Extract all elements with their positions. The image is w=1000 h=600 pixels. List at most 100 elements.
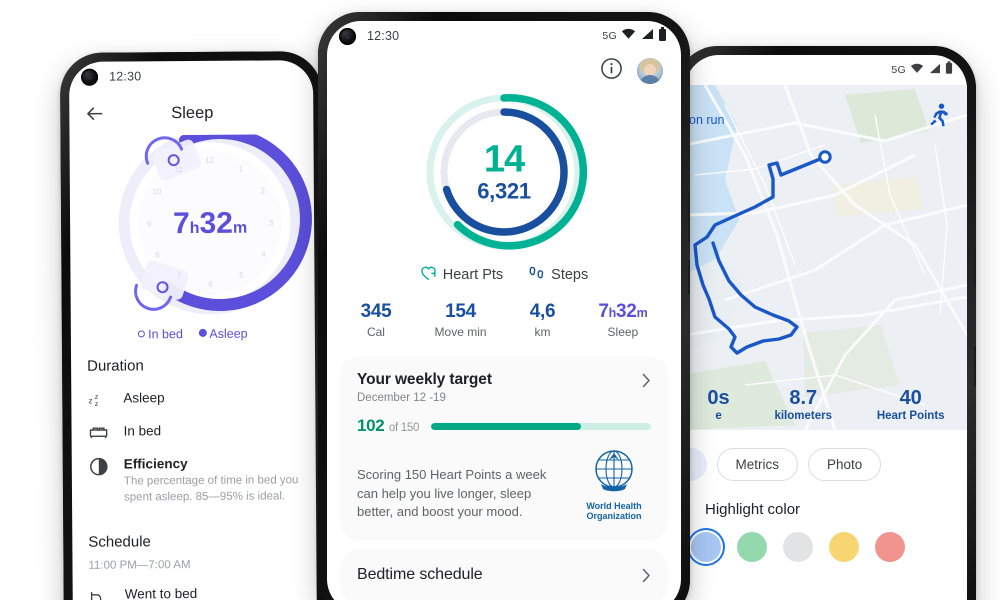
progress-value: 102 of 150 <box>357 416 420 435</box>
svg-text:6: 6 <box>208 280 213 289</box>
status-time: 12:30 <box>109 69 142 84</box>
swatch-yellow[interactable] <box>829 532 859 562</box>
status-bar-left: 12:30 <box>69 60 313 92</box>
stat-heart-points: 40 Heart Points <box>877 387 945 422</box>
phone-left-screen: 12:30 Sleep 12 1 2 3 4 5 6 7 8 9 10 11 7… <box>68 60 318 600</box>
svg-text:z: z <box>95 399 99 408</box>
phone-center-screen: 12:30 5G 14 6,321 Heart Pts Steps 345 Ca… <box>327 21 681 600</box>
chevron-right-icon[interactable] <box>642 371 651 391</box>
status-bar-right: 5G <box>685 55 967 85</box>
list-item-asleep[interactable]: zzz Asleep <box>71 381 315 416</box>
legend-heart-pts[interactable]: Heart Pts <box>420 265 503 285</box>
who-logo-block: World Health Organization <box>577 448 651 522</box>
section-heading-schedule: Schedule <box>88 533 151 551</box>
arrow-left-icon[interactable] <box>83 103 105 125</box>
activity-rings: 14 6,321 <box>327 87 681 257</box>
stat-move-min[interactable]: 154 Move min <box>435 301 487 339</box>
svg-text:9: 9 <box>147 219 152 228</box>
steps-value: 6,321 <box>477 178 531 204</box>
chip-metrics[interactable]: Metrics <box>716 448 799 481</box>
svg-text:10: 10 <box>152 187 162 196</box>
ring-center-values: 14 6,321 <box>419 140 589 203</box>
stat-value: 345 <box>360 301 392 322</box>
progress-row: 102 of 150 <box>357 416 651 436</box>
section-heading-duration: Duration <box>87 357 144 375</box>
svg-text:4: 4 <box>261 249 266 258</box>
network-label: 5G <box>891 64 906 76</box>
stat-sleep[interactable]: 7h32m Sleep <box>598 301 647 339</box>
phone-right-screen: 5G on run 0s e 8.7 kilometers 40 Heart P… <box>685 55 967 600</box>
stat-value: 4,6 <box>529 301 556 322</box>
steps-icon <box>527 265 545 285</box>
highlight-color-title: Highlight color <box>705 501 801 518</box>
schedule-time-range: 11:00 PM—7:00 AM <box>88 558 191 572</box>
signal-icon <box>640 27 654 45</box>
card-title: Bedtime schedule <box>357 565 483 583</box>
running-person-icon <box>927 103 949 132</box>
page-title: Sleep <box>171 103 214 122</box>
stat-label: Move min <box>434 325 487 339</box>
legend-label: Steps <box>551 267 589 283</box>
list-item-went-to-bed[interactable]: Went to bed <box>73 577 317 600</box>
stat-label: e <box>715 410 722 422</box>
phone-center-home: 12:30 5G 14 6,321 Heart Pts Steps 345 Ca… <box>318 12 690 600</box>
swatch-red[interactable] <box>875 532 905 562</box>
svg-text:3: 3 <box>269 218 274 227</box>
route-end-marker <box>818 150 832 164</box>
svg-text:7: 7 <box>177 271 182 280</box>
weekly-target-card[interactable]: Your weekly target December 12 -19 102 o… <box>341 357 667 538</box>
swatch-green[interactable] <box>737 532 767 562</box>
chevron-right-icon[interactable] <box>642 566 651 586</box>
phone-left-sleep: 12:30 Sleep 12 1 2 3 4 5 6 7 8 9 10 11 7… <box>59 51 327 600</box>
card-title: Your weekly target <box>357 371 492 388</box>
list-item-efficiency[interactable]: Efficiency The percentage of time in bed… <box>72 447 316 514</box>
stat-label: Heart Points <box>876 410 945 422</box>
legend-steps[interactable]: Steps <box>527 265 588 285</box>
front-camera-icon <box>339 27 356 45</box>
list-item-label: Efficiency <box>123 456 188 472</box>
stat-duration: 0s e <box>707 387 729 422</box>
list-item-sub: The percentage of time in bed you spent … <box>123 474 299 504</box>
swatch-grey[interactable] <box>783 532 813 562</box>
svg-text:2: 2 <box>261 186 266 195</box>
bed-side-icon <box>89 586 111 600</box>
svg-text:1: 1 <box>238 165 243 174</box>
stat-value: 7h32m <box>598 301 648 322</box>
wifi-icon <box>621 27 636 45</box>
info-icon[interactable] <box>600 57 623 85</box>
half-circle-icon <box>88 456 110 477</box>
swatch-blue[interactable] <box>691 532 721 562</box>
list-item-label: In bed <box>123 423 162 439</box>
app-bar-sleep: Sleep <box>69 90 313 136</box>
stat-label: Sleep <box>607 325 639 339</box>
stat-label: Cal <box>366 325 385 339</box>
sleep-clock: 12 1 2 345 678 9 10 11 7h32m <box>69 134 314 332</box>
bottom-sheet: p Metrics Photo Highlight color <box>685 430 967 562</box>
chip-photo[interactable]: Photo <box>808 448 882 481</box>
list-item-label: Went to bed <box>124 585 198 600</box>
circle-outline-icon <box>138 330 146 338</box>
progress-bar <box>431 422 651 430</box>
stat-km[interactable]: 4,6 km <box>530 301 556 339</box>
status-time: 12:30 <box>367 29 400 43</box>
stats-row: 345 Cal 154 Move min 4,6 km 7h32m Sleep <box>327 285 681 347</box>
bedtime-schedule-card[interactable]: Bedtime schedule <box>341 549 667 600</box>
svg-text:11: 11 <box>175 165 184 174</box>
map-activity-label: on run <box>689 113 725 127</box>
stat-cal[interactable]: 345 Cal <box>361 301 392 339</box>
avatar[interactable] <box>637 58 663 84</box>
screenshot-stage: 12:30 Sleep 12 1 2 3 4 5 6 7 8 9 10 11 7… <box>0 0 1000 600</box>
list-item-in-bed[interactable]: In bed <box>71 414 315 449</box>
stat-value: 0s <box>707 387 730 409</box>
signal-icon <box>928 61 941 79</box>
legend-label: Heart Pts <box>442 267 504 283</box>
list-item-label: Asleep <box>123 390 165 406</box>
front-camera-icon <box>81 68 99 86</box>
stat-label: km <box>534 325 551 339</box>
stat-label: kilometers <box>774 410 832 422</box>
stat-value: 8.7 <box>789 387 818 409</box>
activity-stats-row: 0s e 8.7 kilometers 40 Heart Points <box>685 387 967 422</box>
activity-map[interactable]: on run 0s e 8.7 kilometers 40 Heart Poin… <box>685 85 967 430</box>
heart-pts-icon <box>420 265 437 285</box>
who-name: World Health Organization <box>586 501 642 522</box>
